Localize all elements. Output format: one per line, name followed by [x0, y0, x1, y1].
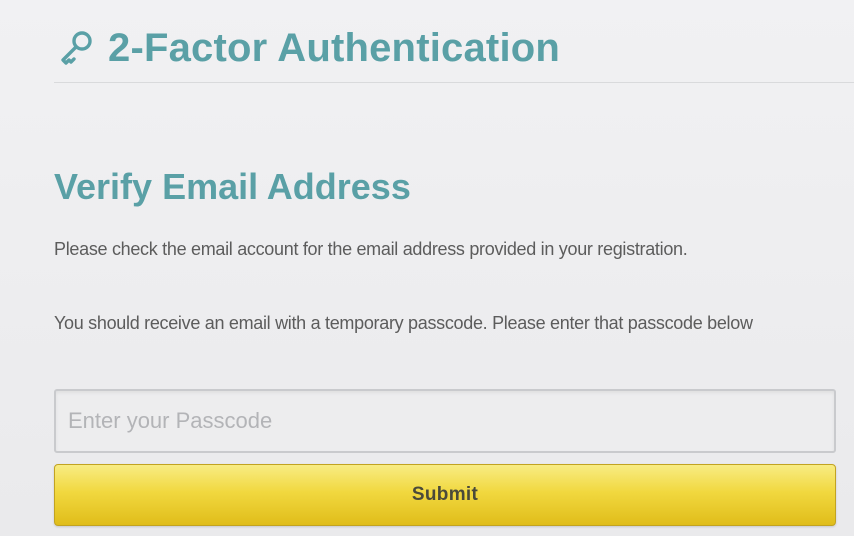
instructions-paragraph-1: Please check the email account for the e…: [54, 239, 688, 259]
page: 2-Factor Authentication Verify Email Add…: [0, 0, 854, 536]
submit-button-label: Submit: [411, 484, 479, 505]
page-title: 2-Factor Authentication: [108, 25, 561, 70]
passcode-field: [54, 389, 836, 453]
submit-button[interactable]: Submit: [54, 464, 836, 526]
page-header: 2-Factor Authentication: [54, 18, 560, 78]
verify-email-heading: Verify Email Address: [54, 166, 411, 207]
key-icon: [54, 26, 98, 70]
passcode-input[interactable]: [56, 391, 834, 451]
instructions-paragraph-2: You should receive an email with a tempo…: [54, 313, 753, 333]
header-divider: [54, 82, 854, 83]
